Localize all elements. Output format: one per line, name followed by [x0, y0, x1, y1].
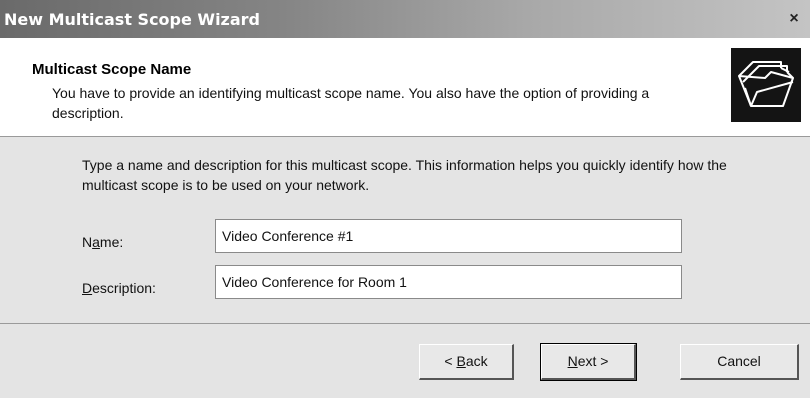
description-input[interactable]: [215, 265, 682, 299]
button-bar: < Back Next > Cancel: [0, 324, 810, 398]
wizard-header: Multicast Scope Name You have to provide…: [0, 38, 810, 137]
name-label-accelerator: a: [92, 234, 100, 250]
back-button-text-2: ack: [465, 353, 488, 369]
close-button[interactable]: ×: [783, 8, 805, 30]
page-title: Multicast Scope Name: [32, 61, 192, 78]
next-button[interactable]: Next >: [540, 343, 637, 381]
cancel-button[interactable]: Cancel: [680, 344, 799, 380]
page-description: You have to provide an identifying multi…: [52, 85, 650, 121]
name-label-text-2: me:: [99, 234, 124, 250]
content-panel: Type a name and description for this mul…: [0, 137, 810, 324]
name-label-text-1: N: [82, 234, 93, 250]
next-button-accelerator: N: [567, 353, 578, 369]
window-title: New Multicast Scope Wizard: [4, 10, 261, 29]
description-label: Description:: [82, 280, 156, 296]
description-label-accelerator: D: [82, 280, 93, 296]
instructions-text: Type a name and description for this mul…: [82, 157, 727, 193]
title-bar: New Multicast Scope Wizard ×: [0, 0, 810, 38]
name-input[interactable]: [215, 219, 682, 253]
description-label-text-2: escription:: [92, 280, 156, 296]
next-button-text-2: ext >: [577, 353, 609, 369]
back-button-text-1: <: [444, 353, 457, 369]
back-button[interactable]: < Back: [419, 344, 514, 380]
folders-icon: [731, 48, 801, 122]
close-icon: ×: [789, 10, 799, 27]
back-button-accelerator: B: [456, 353, 466, 369]
name-label: Name:: [82, 234, 123, 250]
